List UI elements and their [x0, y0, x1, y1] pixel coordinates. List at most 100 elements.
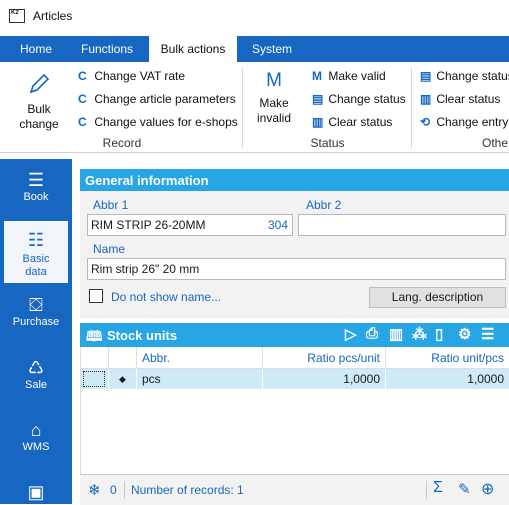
sale-icon: ♺ [27, 358, 45, 378]
document-edit-icon: ▤ [312, 92, 324, 106]
bulk-change-label: Bulk change [19, 102, 59, 131]
group-label-status: Status [310, 136, 345, 150]
table-row[interactable]: ◆ pcs 1,0000 1,0000 [81, 369, 509, 389]
cell-abbr: pcs [137, 369, 263, 389]
menu-lines-icon: ☰ [27, 170, 45, 190]
change-entry-button[interactable]: ⟲ Change entry [420, 115, 508, 129]
focus-indicator [83, 371, 105, 387]
nav-item-more[interactable]: ▣ [4, 473, 68, 504]
change-icon: C [78, 115, 87, 129]
tab-system[interactable]: System [244, 36, 300, 62]
edit-icon[interactable]: ✎ [458, 480, 471, 498]
do-not-show-name-checkbox[interactable] [89, 289, 103, 303]
do-not-show-name-label: Do not show name... [111, 290, 222, 304]
grid-footer: ❄ 0 Number of records: 1 Σ ✎ ⊕ [80, 474, 509, 505]
left-nav: ☰ Book ☷ Basic data ⛋ Purchase ♺ Sale ⌂ … [0, 159, 72, 504]
group-separator [242, 68, 243, 148]
nav-label-book: Book [23, 191, 49, 203]
nav-item-purchase[interactable]: ⛋ Purchase [4, 286, 68, 345]
box-icon: ▣ [27, 482, 45, 502]
other-change-status-label: Change status [436, 69, 509, 83]
row-selector-cell[interactable] [81, 369, 109, 389]
cell-ratio-pcs-unit: 1,0000 [263, 369, 386, 389]
snowflake-filter-icon[interactable]: ❄ [88, 481, 101, 499]
nav-item-wms[interactable]: ⌂ WMS [4, 411, 68, 470]
ribbon-tab-bar: Home Functions Bulk actions System [0, 36, 509, 63]
abbr1-field[interactable]: RIM STRIP 26-20MM 304 [87, 214, 293, 236]
group-icon[interactable]: ⁂ [412, 325, 427, 343]
other-change-status-button[interactable]: ▤ Change status [420, 69, 509, 83]
tab-functions[interactable]: Functions [71, 36, 143, 62]
nav-item-basic-data[interactable]: ☷ Basic data [4, 221, 68, 283]
marker-header [109, 347, 137, 369]
change-article-parameters-label: Change article parameters [94, 92, 236, 106]
change-article-parameters-button[interactable]: C Change article parameters [78, 92, 236, 106]
abbr2-field[interactable] [298, 214, 506, 236]
general-info-header: General information [80, 169, 509, 191]
name-label: Name [93, 242, 126, 256]
nav-item-book[interactable]: ☰ Book [4, 161, 68, 220]
nav-label-basic-data: Basic data [22, 253, 50, 278]
lang-description-button[interactable]: Lang. description [369, 287, 506, 308]
clear-status-label: Clear status [328, 115, 393, 129]
change-status-button[interactable]: ▤ Change status [312, 92, 406, 106]
change-icon: C [78, 92, 87, 106]
abbr1-label: Abbr 1 [93, 198, 129, 212]
bulk-change-button[interactable]: Bulk change [14, 72, 64, 132]
pencil-icon [29, 73, 50, 94]
m-icon: M [312, 69, 322, 83]
other-clear-status-label: Clear status [436, 92, 501, 106]
record-count: Number of records: 1 [131, 483, 244, 497]
make-invalid-button[interactable]: M Make invalid [250, 70, 298, 126]
hamburger-menu-icon[interactable]: ☰ [481, 325, 494, 343]
document-edit-icon: ▤ [420, 69, 432, 83]
chart-icon[interactable]: ▥ [389, 325, 403, 343]
add-record-icon[interactable]: ⊕ [481, 479, 494, 499]
gear-icon[interactable]: ⚙ [458, 325, 471, 343]
list-icon: ☷ [27, 230, 45, 250]
stock-units-grid: Abbr. Ratio pcs/unit Ratio unit/pcs ◆ pc… [80, 347, 509, 474]
barcode-icon[interactable]: ▯ [435, 325, 443, 343]
group-label-record: Record [102, 136, 142, 150]
nav-item-sale[interactable]: ♺ Sale [4, 349, 68, 408]
stock-units-title: Stock units [107, 328, 178, 343]
current-row-marker-icon: ◆ [109, 369, 137, 389]
document-clear-icon: ▥ [312, 115, 324, 129]
abbr1-code: 304 [267, 218, 288, 232]
abbr1-value: RIM STRIP 26-20MM [91, 218, 206, 232]
print-icon[interactable]: ⎙ [366, 325, 378, 342]
column-header-abbr[interactable]: Abbr. [137, 347, 263, 369]
general-info-panel: Abbr 1 RIM STRIP 26-20MM 304 Abbr 2 Name… [80, 191, 509, 318]
nav-label-sale: Sale [24, 379, 48, 391]
name-field[interactable]: Rim strip 26" 20 mm [87, 258, 506, 280]
filter-count: 0 [110, 483, 117, 497]
purchase-icon: ⛋ [29, 295, 43, 315]
nav-label-purchase: Purchase [12, 316, 60, 328]
history-icon: ⟲ [420, 115, 431, 129]
nav-label-wms: WMS [22, 441, 50, 453]
change-status-label: Change status [328, 92, 406, 106]
group-separator [411, 68, 412, 148]
change-values-eshops-label: Change values for e-shops [94, 115, 238, 129]
column-header-ratio-pcs-unit[interactable]: Ratio pcs/unit [263, 347, 386, 369]
tab-bulk-actions[interactable]: Bulk actions [149, 36, 237, 63]
footer-separator [124, 481, 125, 499]
clear-status-button[interactable]: ▥ Clear status [312, 115, 392, 129]
tab-home[interactable]: Home [10, 36, 62, 62]
m-icon: M [266, 70, 282, 91]
sum-icon[interactable]: Σ [433, 479, 443, 497]
window-title: Articles [33, 9, 73, 23]
make-valid-label: Make valid [328, 69, 386, 83]
group-label-other: Othe [482, 136, 509, 150]
change-entry-label: Change entry [436, 115, 509, 129]
title-bar: K2 Articles [0, 0, 509, 32]
other-clear-status-button[interactable]: ▥ Clear status [420, 92, 500, 106]
app-icon: K2 [9, 9, 25, 23]
play-icon[interactable]: ▷ [345, 325, 357, 343]
make-invalid-label: Make invalid [256, 96, 292, 125]
change-vat-rate-button[interactable]: C Change VAT rate [78, 69, 185, 83]
column-header-ratio-unit-pcs[interactable]: Ratio unit/pcs [386, 347, 509, 369]
change-values-eshops-button[interactable]: C Change values for e-shops [78, 115, 238, 129]
change-vat-rate-label: Change VAT rate [94, 69, 186, 83]
make-valid-button[interactable]: M Make valid [312, 69, 386, 83]
